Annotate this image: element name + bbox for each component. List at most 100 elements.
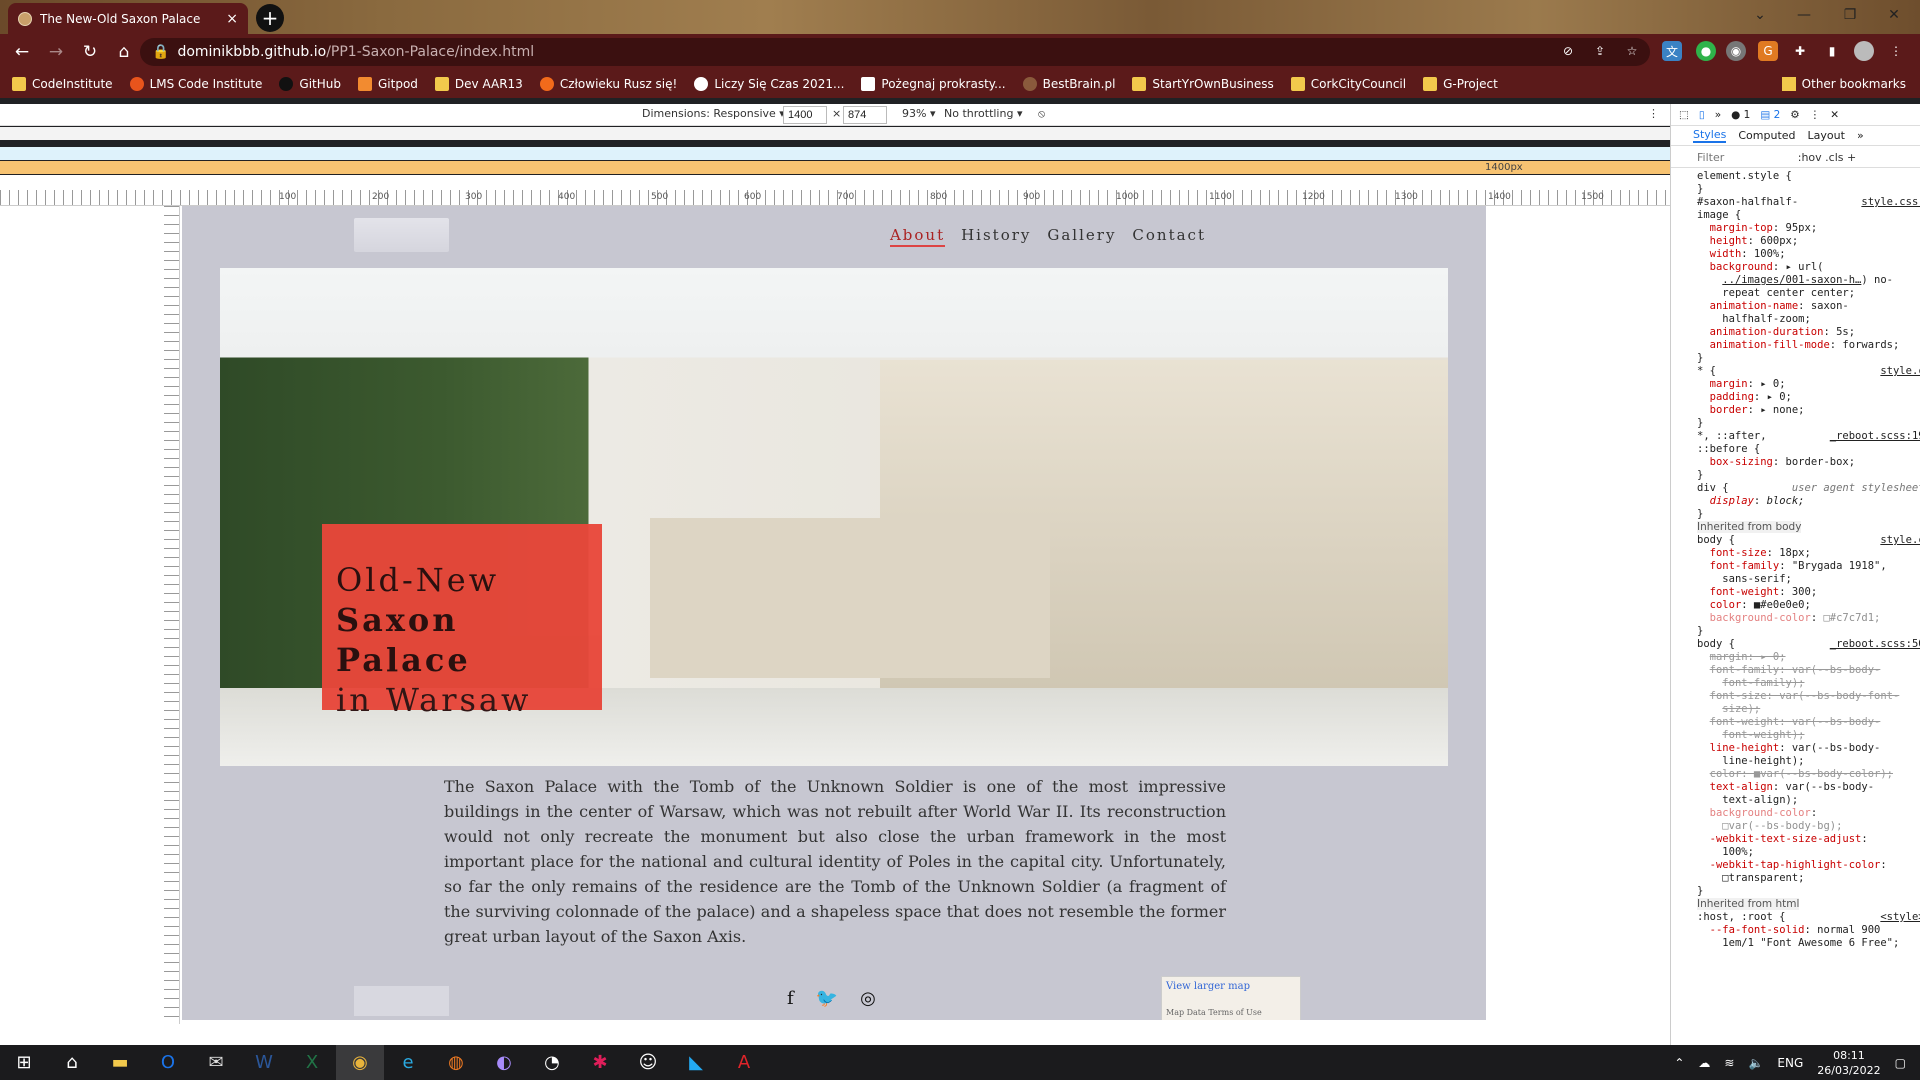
windows-start-icon[interactable]: ⊞ <box>0 1045 48 1080</box>
dimensions-select[interactable]: Dimensions: Responsive ▾ <box>642 107 785 120</box>
tab-computed[interactable]: Computed <box>1738 129 1795 142</box>
clock[interactable]: 08:11 26/03/2022 <box>1817 1048 1880 1078</box>
twitter-icon[interactable]: 🐦 <box>816 988 838 1009</box>
file-explorer-icon[interactable]: ▬ <box>96 1045 144 1080</box>
settings-gear-icon[interactable]: ⚙ <box>1790 109 1799 121</box>
extension-gray-icon[interactable]: ◉ <box>1726 41 1746 61</box>
footer-logo[interactable] <box>354 986 449 1016</box>
chrome-icon[interactable]: ◉ <box>336 1045 384 1080</box>
bookmark-item[interactable]: Gitpod <box>358 77 418 91</box>
minimize-button[interactable]: — <box>1790 4 1818 26</box>
back-arrow-icon[interactable]: ← <box>8 38 36 66</box>
tab-search-icon[interactable]: ⌄ <box>1746 4 1774 26</box>
tab-layout[interactable]: Layout <box>1808 129 1845 142</box>
devtools-close-icon[interactable]: ✕ <box>1830 109 1839 121</box>
ruler-tick: 800 <box>930 192 948 202</box>
bookmark-item[interactable]: CorkCityCouncil <box>1290 77 1406 91</box>
bookmark-item[interactable]: CodeInstitute <box>12 77 113 91</box>
word-icon[interactable]: W <box>240 1045 288 1080</box>
nav-gallery[interactable]: Gallery <box>1047 226 1116 247</box>
emoji-app-icon[interactable]: ☺ <box>624 1045 672 1080</box>
vscode-icon[interactable]: ◣ <box>672 1045 720 1080</box>
github-desktop-icon[interactable]: ◐ <box>480 1045 528 1080</box>
styles-filter[interactable]: Filter :hov .cls + <box>1671 146 1920 168</box>
media-query-bar-max[interactable] <box>0 147 1670 160</box>
restore-button[interactable]: ❐ <box>1836 4 1864 26</box>
hero-title-line2: Saxon Palace <box>336 601 471 679</box>
bookmark-item[interactable]: Człowieku Rusz się! <box>539 77 677 91</box>
slack-icon[interactable]: ✱ <box>576 1045 624 1080</box>
nav-about[interactable]: About <box>889 226 946 247</box>
width-input[interactable] <box>783 106 827 124</box>
tab-styles[interactable]: Styles <box>1693 128 1727 143</box>
bookmark-item[interactable]: StartYrOwnBusiness <box>1132 77 1274 91</box>
site-logo[interactable] <box>354 218 449 252</box>
side-panel-icon[interactable]: ▮ <box>1822 41 1842 61</box>
network-icon[interactable]: ☁ <box>1698 1056 1710 1070</box>
tab-more[interactable]: » <box>1857 129 1864 142</box>
puzzle-extensions-icon[interactable]: ✚ <box>1790 41 1810 61</box>
rotate-icon[interactable]: ⦸ <box>1038 107 1045 121</box>
home-icon[interactable]: ⌂ <box>110 38 138 66</box>
nav-contact[interactable]: Contact <box>1132 226 1206 247</box>
speedometer-icon[interactable]: ◔ <box>528 1045 576 1080</box>
ruler-tick: 500 <box>651 192 669 202</box>
bookmark-item[interactable]: G-Project <box>1423 77 1498 91</box>
bookmark-item[interactable]: Dev AAR13 <box>434 77 523 91</box>
new-tab-button[interactable]: + <box>256 4 284 32</box>
extension-green-icon[interactable]: ● <box>1696 41 1716 61</box>
media-query-bar-min[interactable] <box>0 127 1670 140</box>
bookmark-item[interactable]: GitHub <box>279 77 341 91</box>
bookmark-item[interactable]: LMS Code Institute <box>129 77 262 91</box>
browser-tab[interactable]: The New-Old Saxon Palace × <box>8 3 248 34</box>
grammarly-extension-icon[interactable]: G <box>1758 41 1778 61</box>
instagram-icon[interactable]: ◎ <box>860 988 876 1009</box>
other-bookmarks[interactable]: Other bookmarks <box>1781 70 1906 98</box>
menu-kebab-icon[interactable]: ⋮ <box>1886 41 1906 61</box>
ruler-tick: 1500 <box>1581 192 1604 202</box>
edge-icon[interactable]: e <box>384 1045 432 1080</box>
forward-arrow-icon[interactable]: → <box>42 38 70 66</box>
volume-icon[interactable]: 🔈 <box>1748 1056 1763 1070</box>
bookmark-item[interactable]: BestBrain.pl <box>1022 77 1115 91</box>
bookmark-star-icon[interactable]: ☆ <box>1622 41 1642 61</box>
site-icon <box>861 77 876 91</box>
firefox-icon[interactable]: ◍ <box>432 1045 480 1080</box>
excel-icon[interactable]: X <box>288 1045 336 1080</box>
device-toggle-icon[interactable]: ▯ <box>1699 109 1705 121</box>
embedded-map[interactable]: View larger map Map Data Terms of Use <box>1161 976 1301 1020</box>
media-query-bar-orange[interactable] <box>0 161 1670 174</box>
facebook-icon[interactable]: f <box>787 988 794 1009</box>
zoom-select[interactable]: 93% ▾ <box>902 107 935 120</box>
view-larger-map-link[interactable]: View larger map <box>1166 981 1296 992</box>
chevron-up-icon[interactable]: ⌃ <box>1674 1056 1684 1070</box>
messages-badge[interactable]: ▤ 2 <box>1760 109 1780 121</box>
eye-off-icon[interactable]: ⊘ <box>1558 41 1578 61</box>
profile-avatar[interactable] <box>1854 41 1874 61</box>
address-bar[interactable]: 🔒 dominikbbb.github.io/PP1-Saxon-Palace/… <box>140 38 1650 66</box>
share-icon[interactable]: ⇪ <box>1590 41 1610 61</box>
language-indicator[interactable]: ENG <box>1777 1056 1803 1070</box>
notifications-icon[interactable]: ▢ <box>1895 1056 1906 1070</box>
devtools-panel: ⬚ ▯ » ● 1 ▤ 2 ⚙ ⋮ ✕ Styles Computed Layo… <box>1670 104 1920 1045</box>
more-panels-icon[interactable]: » <box>1715 109 1721 121</box>
close-window-button[interactable]: ✕ <box>1880 4 1908 26</box>
outlook-icon[interactable]: O <box>144 1045 192 1080</box>
bookmark-item[interactable]: Pożegnaj prokrasty... <box>861 77 1006 91</box>
devtools-menu-icon[interactable]: ⋮ <box>1810 109 1821 121</box>
bookmark-item[interactable]: Liczy Się Czas 2021... <box>694 77 844 91</box>
wifi-icon[interactable]: ≋ <box>1724 1056 1734 1070</box>
reload-icon[interactable]: ↻ <box>76 38 104 66</box>
acrobat-icon[interactable]: A <box>720 1045 768 1080</box>
throttling-select[interactable]: No throttling ▾ <box>944 107 1022 120</box>
mail-icon[interactable]: ✉ <box>192 1045 240 1080</box>
nav-history[interactable]: History <box>961 226 1031 247</box>
home-taskbar-icon[interactable]: ⌂ <box>48 1045 96 1080</box>
tab-close-icon[interactable]: × <box>226 11 238 27</box>
ruler-tick: 900 <box>1023 192 1041 202</box>
inspect-icon[interactable]: ⬚ <box>1679 109 1689 121</box>
device-toolbar-menu-icon[interactable]: ⋮ <box>1648 107 1659 120</box>
translate-extension-icon[interactable]: 文 <box>1662 41 1682 61</box>
height-input[interactable] <box>843 106 887 124</box>
errors-badge[interactable]: ● 1 <box>1731 109 1750 121</box>
